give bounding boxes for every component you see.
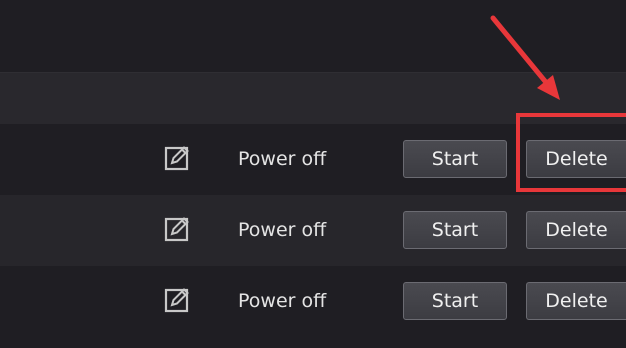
start-button[interactable]: Start [403, 211, 507, 249]
start-button[interactable]: Start [403, 140, 507, 178]
table-row: Power off Start Delete [0, 124, 626, 195]
status-text: Power off [238, 219, 327, 241]
top-panel [0, 0, 626, 72]
status-text: Power off [238, 148, 327, 170]
table-row: Power off Start Delete [0, 195, 626, 266]
delete-button[interactable]: Delete [526, 140, 626, 178]
delete-button[interactable]: Delete [526, 211, 626, 249]
edit-icon[interactable] [163, 285, 193, 315]
vm-list-screen: Power off Start Delete Power off Start D… [0, 0, 626, 348]
status-text: Power off [238, 290, 327, 312]
start-button[interactable]: Start [403, 282, 507, 320]
table-row: Power off Start Delete [0, 266, 626, 348]
edit-icon[interactable] [163, 143, 193, 173]
table-header [0, 72, 626, 125]
delete-button[interactable]: Delete [526, 282, 626, 320]
edit-icon[interactable] [163, 214, 193, 244]
